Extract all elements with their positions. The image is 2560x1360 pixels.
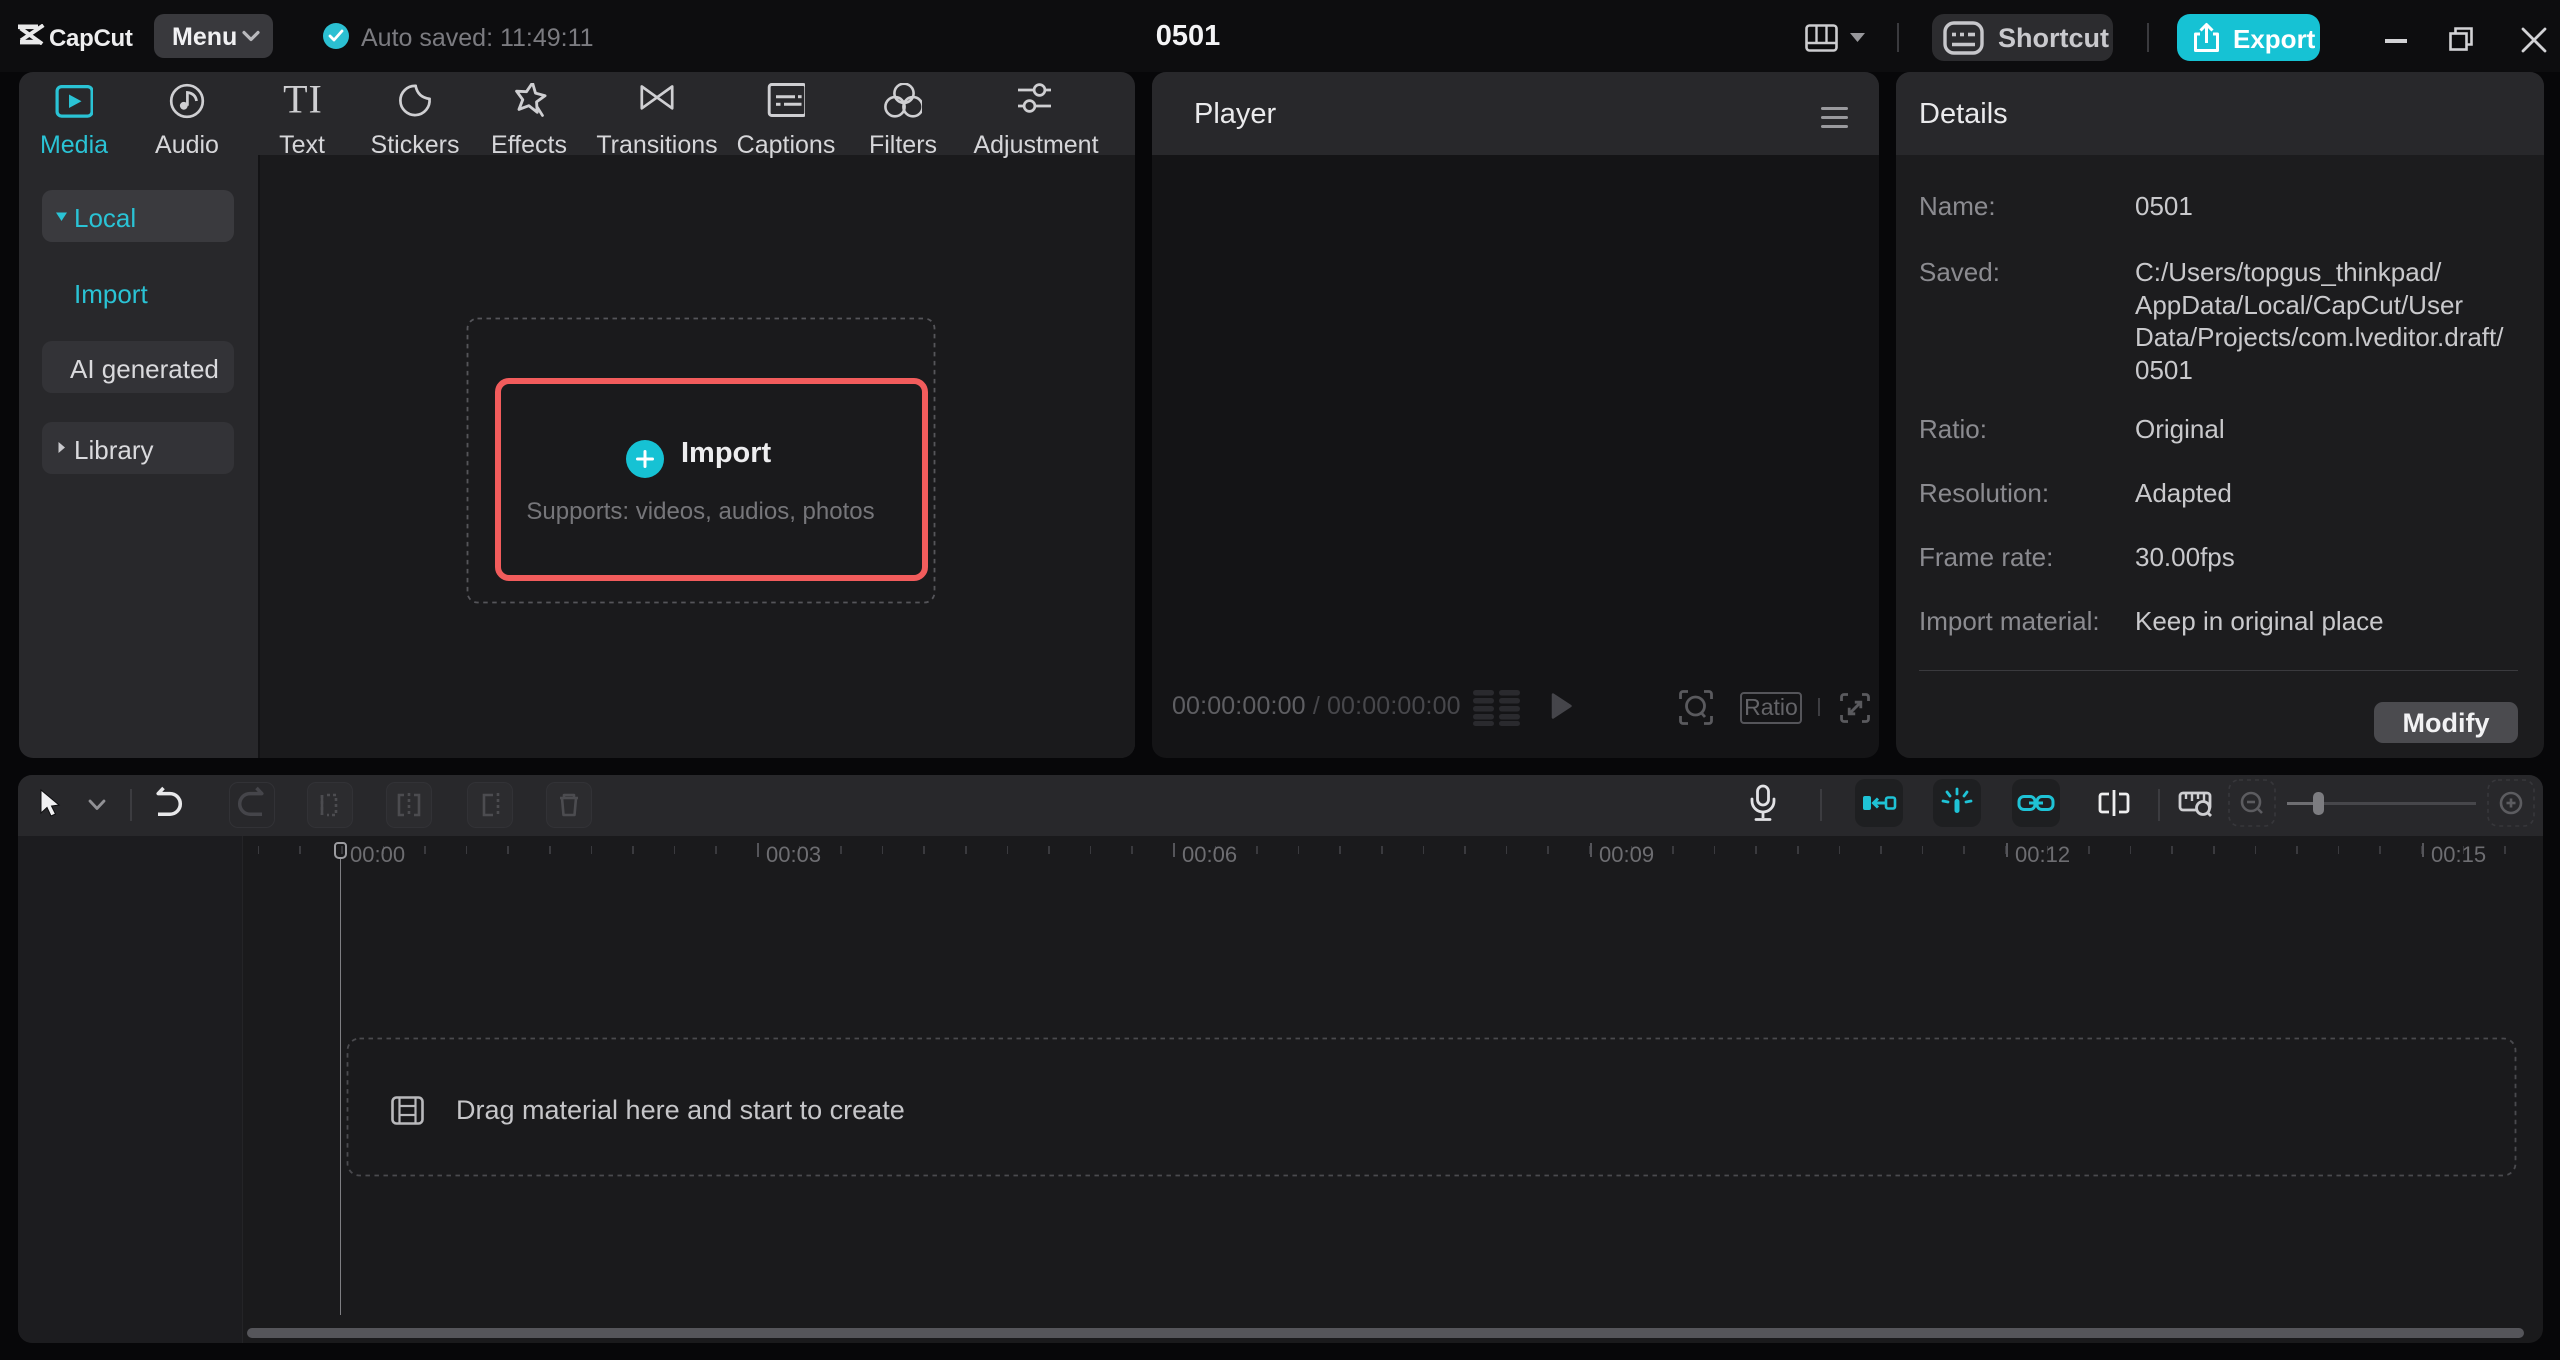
svg-text:TI: TI <box>283 83 321 119</box>
